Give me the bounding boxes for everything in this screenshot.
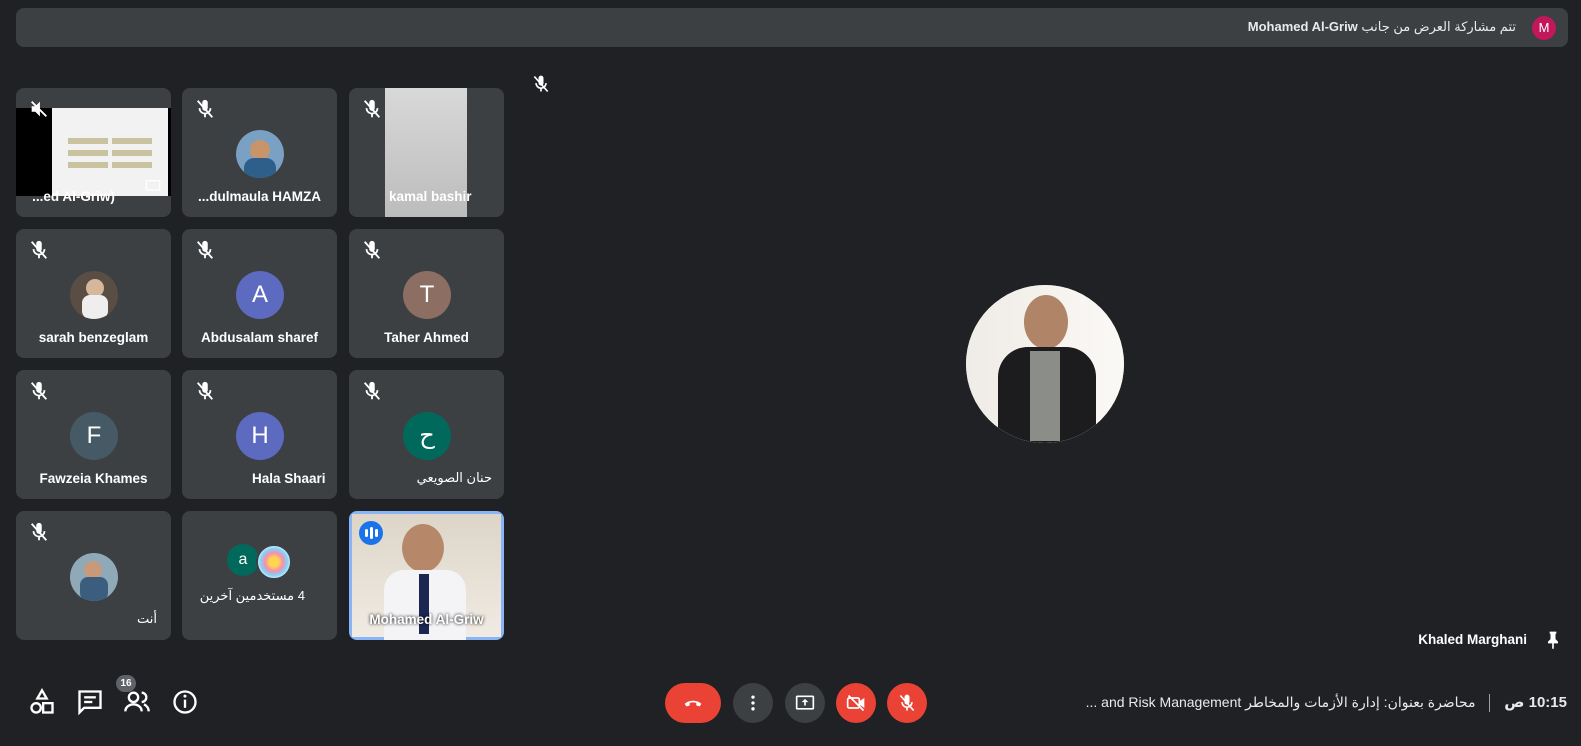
participant-tile-self[interactable]: أنت: [16, 511, 171, 640]
hang-up-icon: [684, 700, 702, 707]
mic-off-icon: [30, 240, 48, 259]
participant-name: Abdusalam sharef: [200, 330, 319, 345]
mic-off-icon: [30, 522, 48, 541]
avatar: H: [236, 412, 284, 460]
participant-name: Mohamed Al-Griw: [369, 612, 484, 627]
mic-off-icon: [899, 694, 915, 712]
mic-off-icon: [196, 381, 214, 400]
camera-button[interactable]: [836, 683, 876, 723]
divider: [1489, 694, 1491, 713]
more-options-button[interactable]: [733, 683, 773, 723]
mic-off-icon: [363, 381, 381, 400]
pin-icon[interactable]: [1543, 629, 1563, 651]
avatar: a: [227, 544, 259, 576]
participant-tile[interactable]: kamal bashir: [349, 88, 504, 217]
participant-name: ...ed Al-Griw): [32, 189, 115, 204]
avatar: [236, 130, 284, 178]
avatar: ح: [403, 412, 451, 460]
avatar: T: [403, 271, 451, 319]
presentation-banner: M تتم مشاركة العرض من جانب Mohamed Al-Gr…: [16, 8, 1568, 47]
meeting-info: 10:15 ص محاضرة بعنوان: إدارة الأزمات وال…: [1085, 693, 1567, 713]
participant-name: Taher Ahmed: [384, 330, 469, 345]
participant-name: Fawzeia Khames: [39, 471, 148, 486]
banner-label: تتم مشاركة العرض من جانب: [1361, 19, 1516, 34]
avatar: [256, 544, 292, 580]
participant-name: حنان الصويعي: [416, 470, 492, 485]
avatar: A: [236, 271, 284, 319]
mic-off-icon: [196, 240, 214, 259]
present-screen-icon: [795, 695, 815, 710]
avatar: [70, 553, 118, 601]
banner-presenter: Mohamed Al-Griw: [1247, 19, 1358, 34]
participants-count-badge: 16: [116, 675, 136, 692]
mic-off-icon: [196, 99, 214, 118]
participant-name: kamal bashir: [389, 189, 472, 204]
participant-tile[interactable]: F Fawzeia Khames: [16, 370, 171, 499]
presenter-avatar: M: [1532, 16, 1556, 40]
leave-call-button[interactable]: [665, 683, 721, 723]
meeting-time: 10:15 ص: [1504, 694, 1567, 711]
avatar: [70, 271, 118, 319]
mic-off-icon: [363, 240, 381, 259]
banner-text: تتم مشاركة العرض من جانب Mohamed Al-Griw: [1248, 19, 1516, 35]
more-vert-icon: [751, 695, 755, 711]
main-speaker-name: Khaled Marghani: [1418, 632, 1527, 647]
speaker-muted-icon: [31, 101, 47, 117]
participant-name: Hala Shaari: [252, 471, 326, 486]
camera-off-icon: [846, 694, 865, 712]
participant-tile-speaking[interactable]: Mohamed Al-Griw: [349, 511, 504, 640]
avatar: F: [70, 412, 118, 460]
participant-name: أنت: [137, 611, 157, 626]
info-icon[interactable]: [171, 688, 199, 716]
activities-icon[interactable]: [28, 688, 56, 716]
mic-off-icon: [30, 381, 48, 400]
chat-icon[interactable]: [76, 688, 104, 716]
microphone-button[interactable]: [887, 683, 927, 723]
participant-tile[interactable]: sarah benzeglam: [16, 229, 171, 358]
speaking-indicator-icon: [359, 521, 383, 545]
participant-name: ...dulmaula HAMZA: [197, 189, 321, 204]
meeting-title: محاضرة بعنوان: إدارة الأزمات والمخاطر an…: [1085, 694, 1476, 710]
present-button[interactable]: [785, 683, 825, 723]
participant-tile[interactable]: A Abdusalam sharef: [182, 229, 337, 358]
participant-tile[interactable]: T Taher Ahmed: [349, 229, 504, 358]
participant-tile-others[interactable]: a 4 مستخدمين آخرين: [182, 511, 337, 640]
main-speaker-avatar: [966, 285, 1124, 443]
participant-tile[interactable]: ح حنان الصويعي: [349, 370, 504, 499]
participant-tile-presenter-screen[interactable]: ...ed Al-Griw): [16, 88, 171, 217]
participant-name: sarah benzeglam: [38, 330, 149, 345]
people-icon[interactable]: [123, 688, 151, 716]
mic-off-icon: [363, 99, 381, 118]
participant-tile[interactable]: ...dulmaula HAMZA: [182, 88, 337, 217]
participant-tile[interactable]: H Hala Shaari: [182, 370, 337, 499]
participant-name: 4 مستخدمين آخرين: [199, 588, 305, 603]
mic-off-icon: [533, 75, 549, 93]
